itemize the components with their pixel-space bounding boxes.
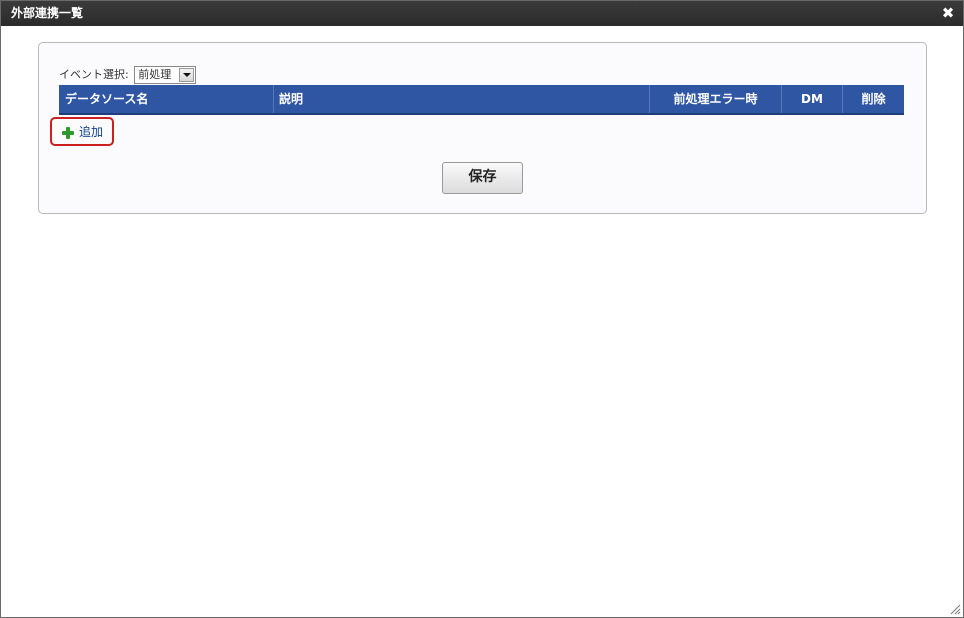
- column-header-delete[interactable]: 削除: [843, 85, 904, 113]
- grid-header: データソース名 説明 前処理エラー時 DM 削除: [59, 85, 904, 115]
- dialog-title: 外部連携一覧: [11, 6, 84, 20]
- add-button[interactable]: 追加: [50, 117, 114, 146]
- event-select-label: イベント選択:: [59, 68, 129, 81]
- event-select[interactable]: 前処理: [134, 66, 197, 84]
- event-select-value: 前処理: [138, 68, 172, 81]
- close-icon[interactable]: ✖: [941, 6, 955, 21]
- dialog-titlebar[interactable]: 外部連携一覧 ✖: [1, 1, 963, 26]
- column-separator[interactable]: [273, 85, 274, 113]
- column-header-datasource[interactable]: データソース名: [65, 85, 148, 113]
- column-header-preprocess-error[interactable]: 前処理エラー時: [650, 85, 781, 113]
- event-select-row: イベント選択: 前処理: [59, 66, 197, 84]
- resize-handle-icon[interactable]: [949, 603, 961, 615]
- column-header-dm[interactable]: DM: [782, 85, 842, 113]
- plus-icon: [62, 127, 74, 139]
- chevron-down-icon[interactable]: [179, 68, 195, 82]
- column-header-description[interactable]: 説明: [279, 85, 303, 113]
- dialog-window: 外部連携一覧 ✖ イベント選択: 前処理 データソース名 説明 前処理エラー時 …: [0, 0, 964, 618]
- add-button-label: 追加: [79, 125, 104, 139]
- save-button[interactable]: 保存: [442, 162, 523, 194]
- content-panel: イベント選択: 前処理 データソース名 説明 前処理エラー時 DM 削除 追加 …: [38, 42, 927, 214]
